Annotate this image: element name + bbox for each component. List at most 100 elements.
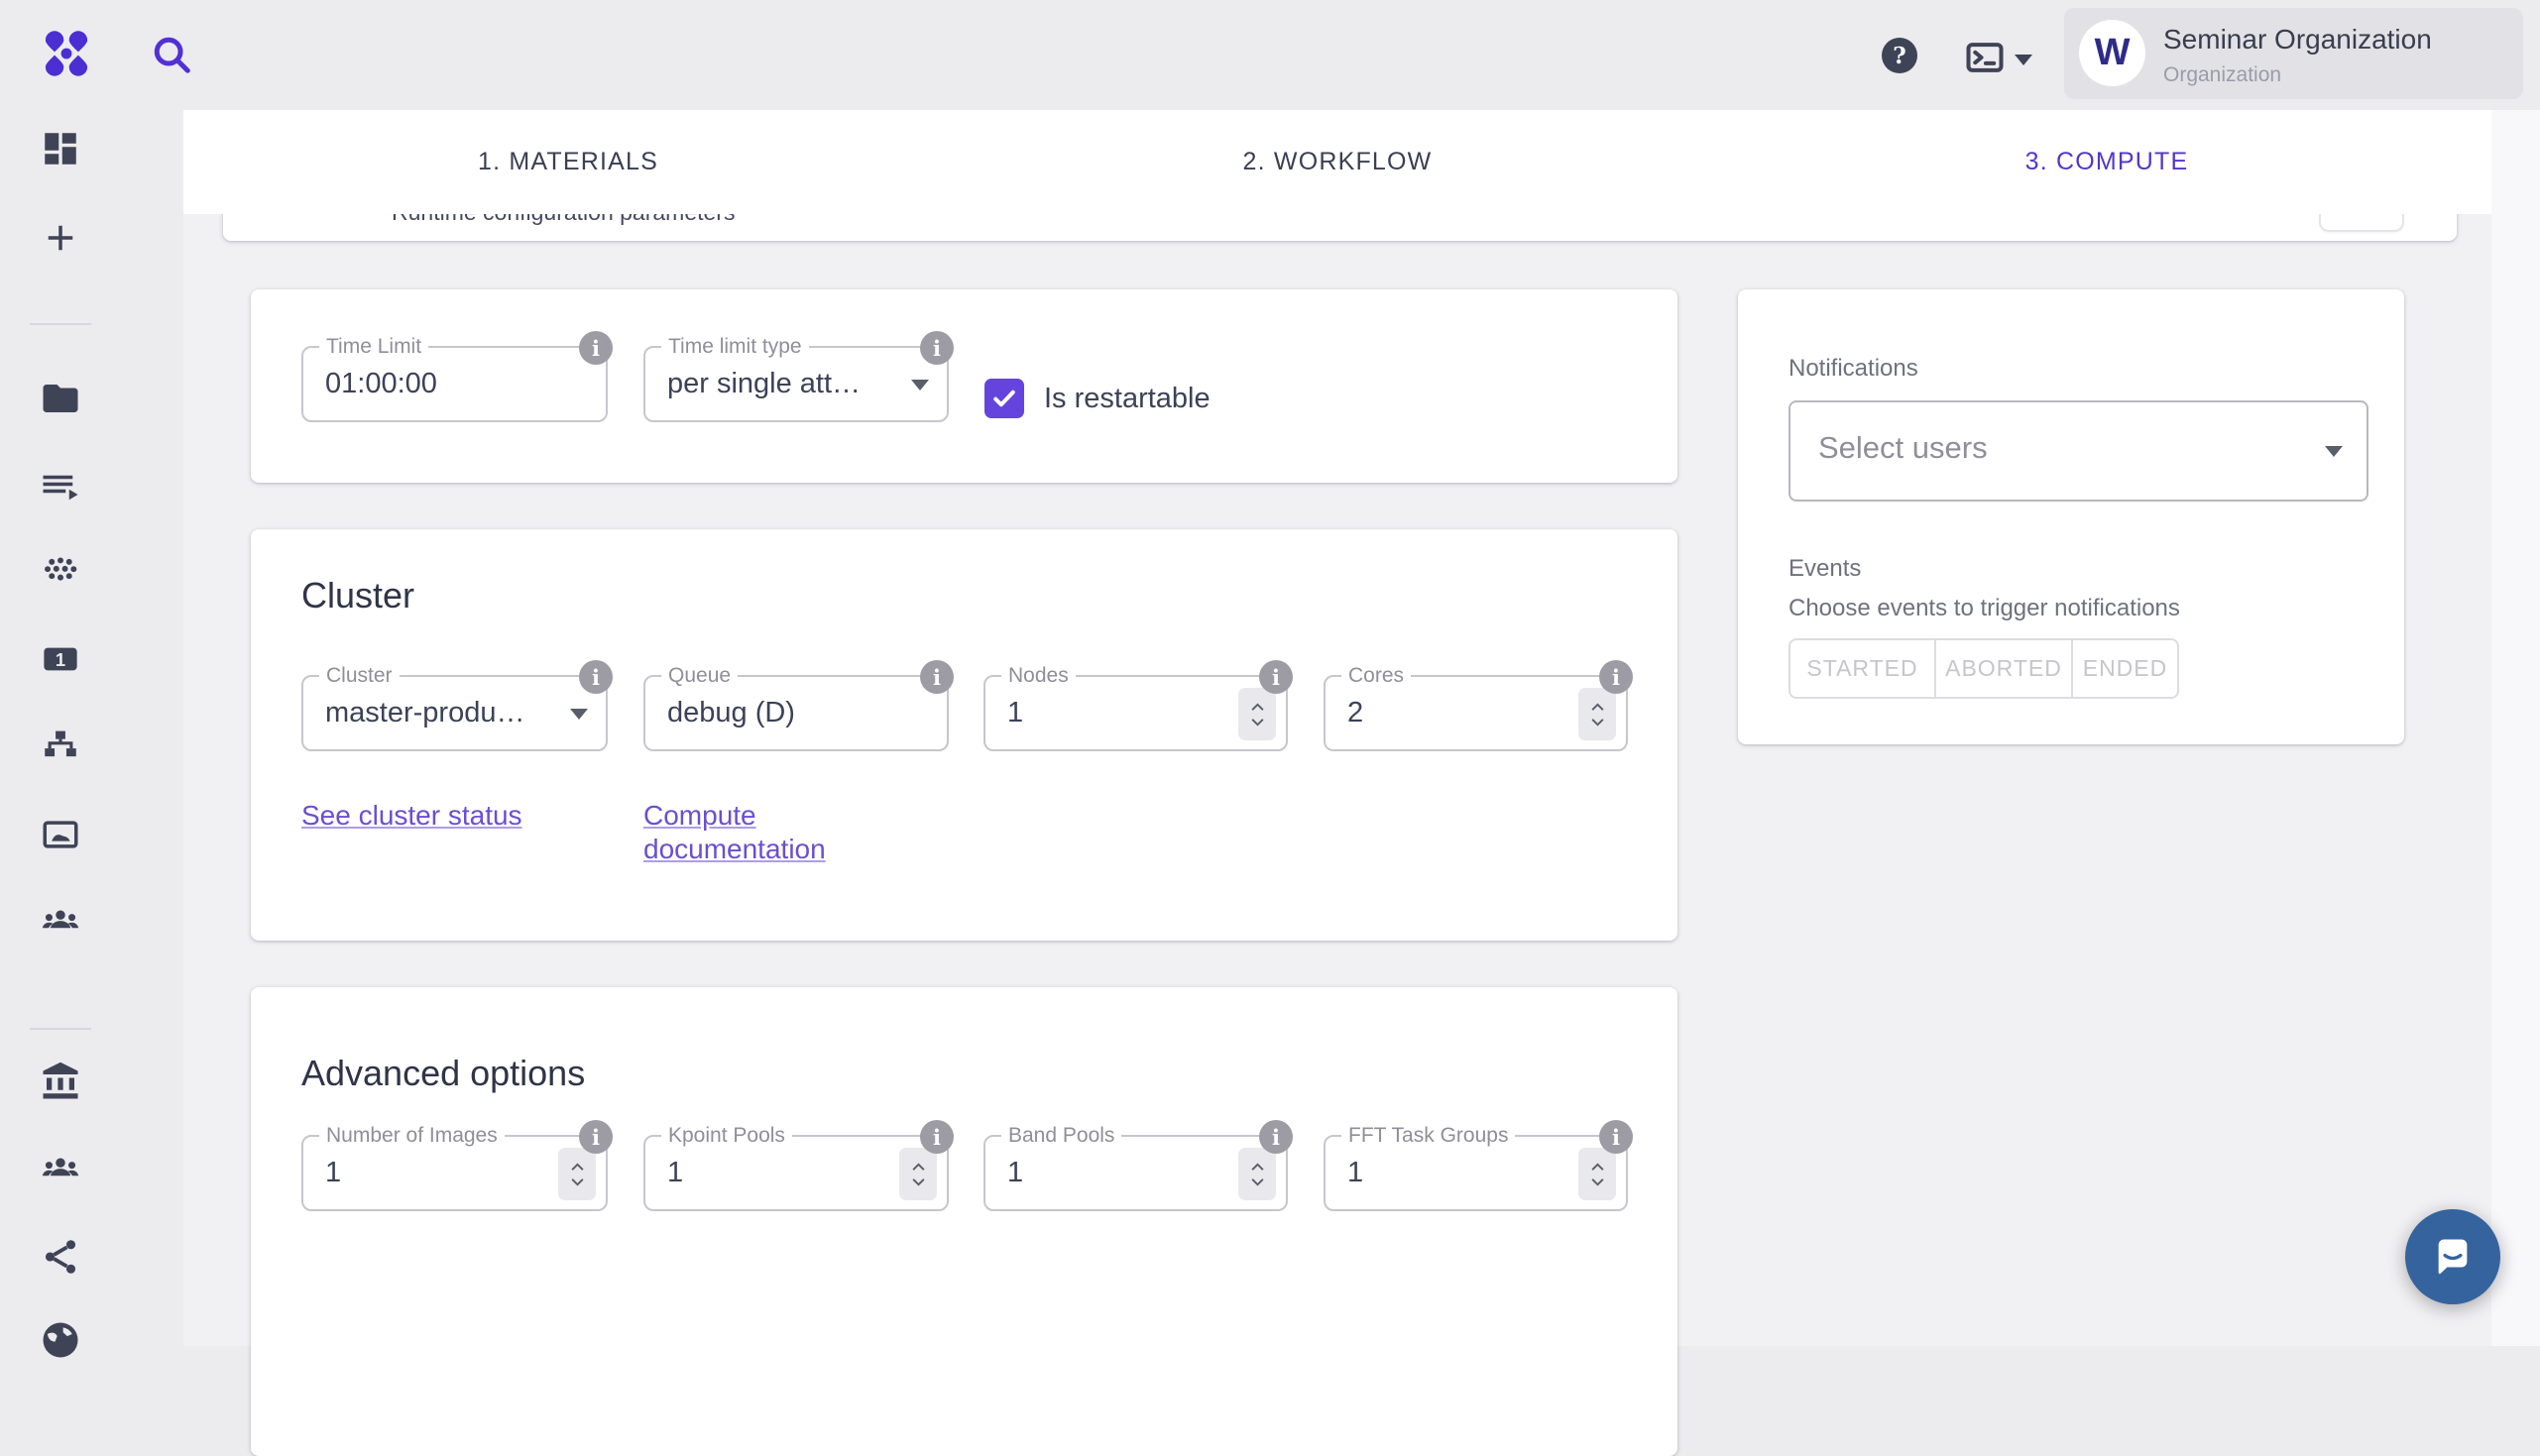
plus-icon [40, 217, 81, 259]
sidebar-item-materials[interactable] [40, 551, 81, 593]
people-icon [40, 901, 81, 943]
info-icon[interactable]: i [1259, 1120, 1293, 1154]
event-ended-button[interactable]: ENDED [2073, 638, 2179, 699]
dashboard-icon [40, 128, 81, 169]
globe-icon [40, 1319, 81, 1361]
cluster-heading: Cluster [301, 575, 414, 616]
sidebar-item-workflows[interactable] [40, 726, 81, 767]
sidebar-item-shared-entities[interactable] [40, 901, 81, 943]
kpoint-pools-stepper[interactable] [899, 1148, 937, 1200]
nodes-input[interactable] [1007, 677, 1209, 749]
bank-icon [40, 1061, 81, 1102]
share-icon [40, 1236, 81, 1278]
cluster-card: Cluster Cluster master-produ… i Queue i … [251, 529, 1677, 941]
sidebar-divider [30, 1028, 91, 1030]
time-limit-input[interactable] [325, 348, 528, 420]
info-icon[interactable]: i [579, 331, 613, 365]
select-users-dropdown[interactable]: Select users [1789, 400, 2368, 502]
info-icon[interactable]: i [579, 660, 613, 694]
event-toggle-group: STARTED ABORTED ENDED [1789, 638, 2179, 699]
terminal-icon [1963, 36, 2007, 84]
sidebar-item-charts[interactable] [40, 814, 81, 855]
compute-documentation-link[interactable]: Compute documentation [643, 799, 852, 866]
cluster-field[interactable]: Cluster master-produ… i [301, 675, 608, 751]
time-limit-card: Time Limit i Time limit type per single … [251, 289, 1677, 483]
dropdown-caret-icon [2325, 446, 2343, 457]
nodes-stepper[interactable] [1238, 688, 1276, 740]
flowchart-icon [40, 726, 81, 767]
tab-compute[interactable]: 3. COMPUTE [1722, 110, 2491, 214]
sidebar-item-projects[interactable] [40, 378, 81, 419]
is-restartable-label: Is restartable [1044, 379, 1211, 418]
fft-task-groups-field: FFT Task Groups i [1324, 1135, 1628, 1211]
band-pools-stepper[interactable] [1238, 1148, 1276, 1200]
sidebar-item-jobs[interactable] [40, 467, 81, 508]
app-logo-icon[interactable] [41, 28, 92, 79]
chevron-down-icon [1250, 1177, 1265, 1186]
number-of-images-input[interactable] [325, 1137, 528, 1209]
dropdown-caret-icon [570, 709, 588, 720]
events-label: Events [1789, 555, 1861, 583]
fft-task-groups-input[interactable] [1347, 1137, 1549, 1209]
tab-materials[interactable]: 1. MATERIALS [183, 110, 953, 214]
tab-workflow[interactable]: 2. WORKFLOW [953, 110, 1722, 214]
dropdown-caret-icon [911, 380, 929, 391]
cores-input[interactable] [1347, 677, 1549, 749]
event-started-button[interactable]: STARTED [1789, 638, 1936, 699]
info-icon[interactable]: i [920, 660, 954, 694]
step-tabbar: 1. MATERIALS 2. WORKFLOW 3. COMPUTE [183, 110, 2491, 214]
nodes-field: Nodes i [983, 675, 1288, 751]
scroll-gutter[interactable] [2491, 110, 2540, 1346]
content-area: 1. MATERIALS 2. WORKFLOW 3. COMPUTE Comp… [183, 110, 2491, 1346]
notifications-card: Notifications Select users Events Choose… [1738, 289, 2404, 744]
chevron-up-icon [1250, 703, 1265, 712]
notifications-label: Notifications [1789, 355, 1918, 383]
chevron-up-icon [911, 1163, 926, 1172]
sidebar-item-team[interactable] [40, 1149, 81, 1190]
advanced-options-heading: Advanced options [301, 1053, 585, 1094]
organization-type: Organization [2163, 63, 2281, 87]
organization-name: Seminar Organization [2163, 24, 2432, 56]
time-limit-type-field[interactable]: Time limit type per single att… i [643, 346, 949, 422]
band-pools-field: Band Pools i [983, 1135, 1288, 1211]
atoms-icon [40, 551, 81, 593]
cores-stepper[interactable] [1578, 688, 1616, 740]
chevron-up-icon [1250, 1163, 1265, 1172]
kpoint-pools-input[interactable] [667, 1137, 869, 1209]
chevron-down-icon [1250, 718, 1265, 727]
chevron-up-icon [570, 1163, 585, 1172]
chevron-down-icon [2015, 55, 2032, 65]
sidebar-item-dashboard[interactable] [40, 128, 81, 169]
sidebar-item-create-new[interactable] [40, 217, 81, 259]
info-icon[interactable]: i [579, 1120, 613, 1154]
chevron-up-icon [1590, 703, 1605, 712]
organization-badge[interactable]: W Seminar Organization Organization [2064, 8, 2523, 99]
band-pools-input[interactable] [1007, 1137, 1209, 1209]
sidebar-item-organization[interactable] [40, 1061, 81, 1102]
search-icon[interactable] [149, 32, 194, 77]
sidebar-item-share[interactable] [40, 1236, 81, 1278]
svg-text:1: 1 [56, 649, 65, 670]
advanced-options-card: Advanced options Number of Images i Kpoi… [251, 987, 1677, 1456]
info-icon[interactable]: i [920, 1120, 954, 1154]
image-icon [40, 814, 81, 855]
terminal-menu-button[interactable] [1963, 40, 2032, 79]
sidebar-item-jobs-board[interactable]: 1 [40, 638, 81, 680]
info-icon[interactable]: i [1259, 660, 1293, 694]
info-icon[interactable]: i [1599, 660, 1633, 694]
number-of-images-stepper[interactable] [558, 1148, 596, 1200]
chevron-up-icon [1590, 1163, 1605, 1172]
is-restartable-checkbox[interactable] [984, 379, 1024, 418]
info-icon[interactable]: i [920, 331, 954, 365]
avatar: W [2079, 20, 2145, 86]
cluster-status-link[interactable]: See cluster status [301, 799, 522, 833]
team-icon [40, 1149, 81, 1190]
event-aborted-button[interactable]: ABORTED [1936, 638, 2073, 699]
chat-launcher-button[interactable] [2405, 1209, 2500, 1304]
info-icon[interactable]: i [1599, 1120, 1633, 1154]
help-icon[interactable]: ? [1882, 38, 1917, 73]
fft-task-groups-stepper[interactable] [1578, 1148, 1616, 1200]
folder-icon [40, 378, 81, 419]
queue-input[interactable] [667, 677, 869, 749]
sidebar-item-explore[interactable] [40, 1319, 81, 1361]
